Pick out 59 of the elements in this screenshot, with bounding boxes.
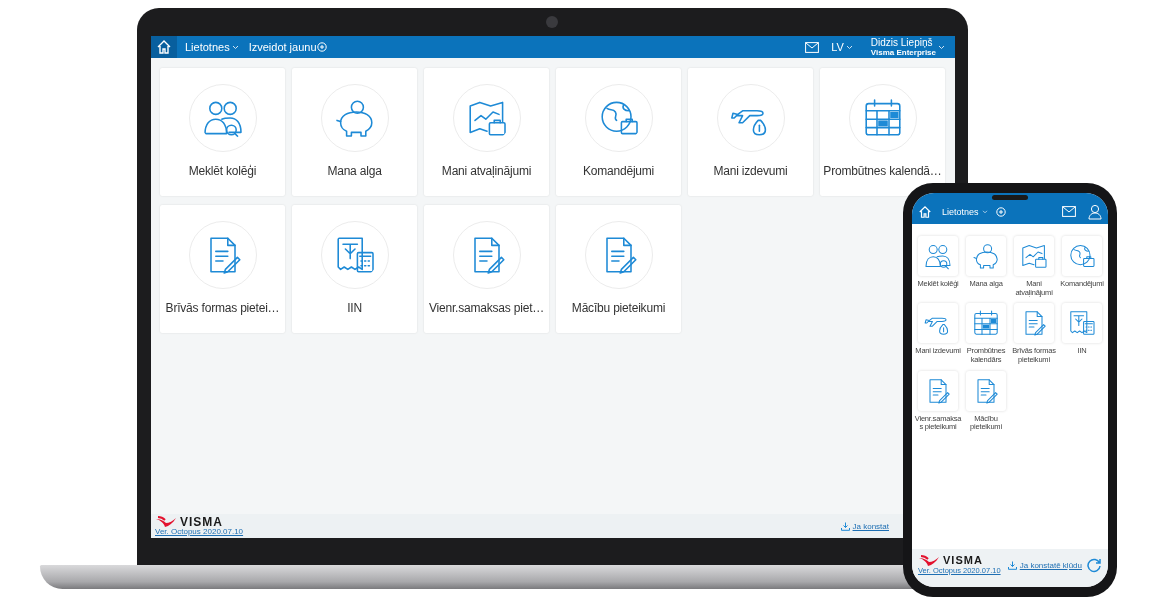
user-icon[interactable]	[1088, 203, 1102, 220]
report-error-link[interactable]: Ja konstat	[852, 521, 889, 531]
app-tile[interactable]	[1062, 303, 1102, 344]
tile-label: Vienr.samaksas piet…	[428, 301, 545, 315]
app-tile[interactable]	[966, 303, 1006, 344]
mail-icon[interactable]	[805, 41, 820, 53]
app-tile[interactable]	[918, 236, 958, 276]
tile-label: IIN	[347, 301, 362, 315]
app-tile[interactable]: Prombūtnes kalendā…	[820, 68, 945, 196]
create-new-menu[interactable]: Izveidot jaunu	[248, 41, 317, 53]
app-tile[interactable]	[918, 370, 958, 411]
swoosh-logo-icon	[918, 554, 940, 567]
app-tile[interactable]: Meklēt kolēģi	[160, 68, 285, 196]
home-icon	[156, 39, 172, 55]
download-icon	[840, 521, 850, 531]
tile-label: Meklēt kolēģi	[188, 164, 257, 178]
logo-text: VISMA	[180, 515, 223, 528]
apps-menu[interactable]: Lietotnes	[942, 206, 979, 217]
language-menu[interactable]: LV	[831, 41, 844, 53]
download-icon	[1007, 560, 1017, 570]
app-tile[interactable]: IIN	[292, 205, 417, 333]
app-tile[interactable]	[966, 370, 1006, 411]
caret-icon	[845, 44, 853, 50]
swoosh-logo-icon	[155, 515, 177, 528]
app-tile[interactable]	[1062, 236, 1102, 276]
tile-label: Mani atvaļinājumi	[441, 164, 532, 178]
plus-circle-icon[interactable]	[995, 206, 1006, 217]
plus-circle-icon	[316, 42, 327, 52]
logo-text: VISMA	[943, 555, 983, 567]
caret-icon	[938, 44, 945, 50]
tile-label: Mācību pieteikumi	[571, 301, 666, 315]
app-tile[interactable]: Komandējumi	[556, 68, 681, 196]
tile-label: Mana alga	[327, 164, 382, 178]
app-tile[interactable]: Mana alga	[292, 68, 417, 196]
user-name[interactable]: Didzis Liepiņš	[870, 37, 936, 48]
refresh-icon[interactable]	[1086, 557, 1102, 573]
app-tile[interactable]: Vienr.samaksas piet…	[424, 205, 549, 333]
tile-label: Prombūtnes kalendā…	[823, 164, 942, 178]
mail-icon[interactable]	[1062, 206, 1076, 217]
app-tile[interactable]: Mācību pieteikumi	[556, 205, 681, 333]
home-icon[interactable]	[918, 204, 932, 219]
app-tile[interactable]	[966, 236, 1006, 276]
caret-icon	[231, 44, 239, 50]
report-error-link[interactable]: Ja konstatē kļūdu	[1019, 560, 1082, 570]
version-link[interactable]: Ver. Octopus 2020.07.10	[155, 527, 244, 537]
app-tile[interactable]	[1014, 236, 1054, 276]
tile-label: Brīvās formas pietei…	[165, 301, 280, 315]
tile-label: Komandējumi	[582, 164, 655, 178]
app-tile[interactable]: Mani atvaļinājumi	[424, 68, 549, 196]
app-tile[interactable]: Mani izdevumi	[688, 68, 813, 196]
camera-dot	[546, 16, 558, 28]
app-tile[interactable]: Brīvās formas pietei…	[160, 205, 285, 333]
tile-label: Mani izdevumi	[713, 164, 788, 178]
apps-menu[interactable]: Lietotnes	[185, 41, 230, 53]
app-tile[interactable]	[918, 303, 958, 344]
app-tile[interactable]	[1014, 303, 1054, 344]
company-name: Visma Enterprise	[870, 48, 936, 57]
home-button[interactable]	[151, 36, 177, 58]
caret-icon	[981, 209, 988, 214]
